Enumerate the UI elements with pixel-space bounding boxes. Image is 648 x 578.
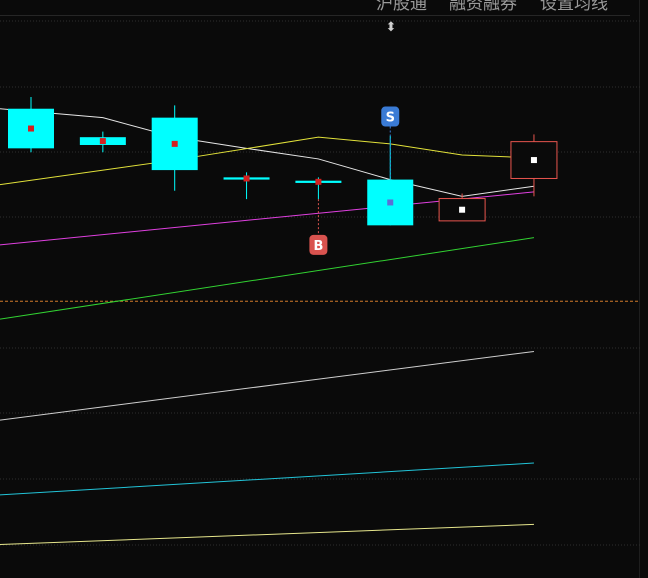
candle-marker xyxy=(459,206,466,213)
candle-marker xyxy=(99,138,106,145)
candlestick-chart: SB xyxy=(0,20,640,546)
sell-signal-label: S xyxy=(386,111,395,126)
candle-marker xyxy=(315,178,322,185)
candle-marker xyxy=(171,140,178,147)
ma-line-4 xyxy=(0,350,535,421)
candle-marker xyxy=(530,157,537,164)
ma-line-0 xyxy=(0,108,535,197)
ma-line-3 xyxy=(0,237,535,320)
candle-marker xyxy=(387,199,394,206)
candle-marker xyxy=(243,175,250,182)
buy-signal-label: B xyxy=(313,239,323,254)
ma-line-6 xyxy=(0,523,534,546)
candle-marker xyxy=(28,125,34,132)
grid-layer xyxy=(0,20,640,546)
